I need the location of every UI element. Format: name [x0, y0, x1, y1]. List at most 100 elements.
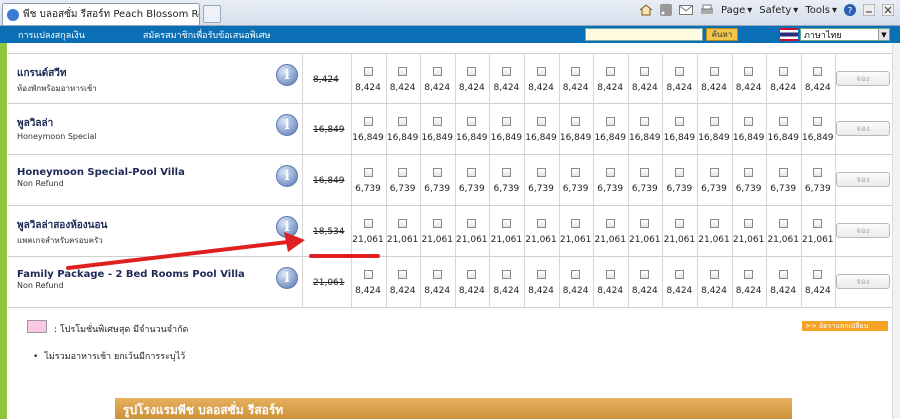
night-checkbox[interactable]	[501, 117, 511, 126]
night-checkbox[interactable]	[363, 117, 373, 126]
night-checkbox[interactable]	[432, 117, 442, 126]
currency-converter-link[interactable]: การแปลงสกุลเงิน	[18, 28, 85, 42]
night-checkbox[interactable]	[674, 117, 684, 126]
new-tab-button[interactable]	[203, 5, 221, 23]
night-checkbox[interactable]	[674, 168, 684, 177]
night-checkbox[interactable]	[605, 219, 615, 228]
night-checkbox[interactable]	[536, 219, 546, 228]
night-checkbox[interactable]	[605, 117, 615, 126]
night-checkbox[interactable]	[571, 270, 581, 279]
night-checkbox[interactable]	[744, 270, 754, 279]
night-checkbox[interactable]	[432, 219, 442, 228]
night-checkbox[interactable]	[432, 270, 442, 279]
tools-menu[interactable]: Tools ▾	[805, 5, 837, 16]
night-checkbox[interactable]	[571, 219, 581, 228]
room-name[interactable]: แกรนด์สวีท	[17, 66, 277, 81]
night-checkbox[interactable]	[363, 168, 373, 177]
night-checkbox[interactable]	[778, 168, 788, 177]
night-checkbox[interactable]	[536, 168, 546, 177]
language-select[interactable]: ภาษาไทย ▼	[800, 28, 890, 41]
night-checkbox[interactable]	[813, 67, 823, 76]
info-icon[interactable]: i	[276, 165, 298, 187]
night-checkbox[interactable]	[605, 270, 615, 279]
night-checkbox[interactable]	[501, 219, 511, 228]
night-checkbox[interactable]	[571, 117, 581, 126]
help-button[interactable]: ?	[844, 4, 856, 16]
night-checkbox[interactable]	[363, 67, 373, 76]
night-checkbox[interactable]	[640, 219, 650, 228]
night-checkbox[interactable]	[571, 168, 581, 177]
night-checkbox[interactable]	[709, 168, 719, 177]
night-checkbox[interactable]	[467, 168, 477, 177]
search-input[interactable]	[585, 28, 703, 41]
book-button[interactable]: จอง	[836, 274, 890, 289]
night-checkbox[interactable]	[398, 67, 408, 76]
night-checkbox[interactable]	[363, 219, 373, 228]
night-checkbox[interactable]	[536, 67, 546, 76]
night-checkbox[interactable]	[398, 117, 408, 126]
room-name[interactable]: พูลวิลล่าสองห้องนอน	[17, 218, 277, 233]
night-checkbox[interactable]	[501, 67, 511, 76]
night-checkbox[interactable]	[501, 168, 511, 177]
room-name[interactable]: Honeymoon Special-Pool Villa	[17, 167, 277, 178]
night-checkbox[interactable]	[709, 219, 719, 228]
feeds-button[interactable]	[660, 4, 673, 16]
night-checkbox[interactable]	[640, 67, 650, 76]
info-icon[interactable]: i	[276, 64, 298, 86]
search-button[interactable]: ค้นหา	[706, 28, 738, 41]
night-checkbox[interactable]	[432, 67, 442, 76]
night-checkbox[interactable]	[744, 67, 754, 76]
book-button[interactable]: จอง	[836, 223, 890, 238]
book-button[interactable]: จอง	[836, 121, 890, 136]
night-checkbox[interactable]	[363, 270, 373, 279]
mail-button[interactable]	[679, 5, 694, 15]
night-checkbox[interactable]	[709, 67, 719, 76]
info-icon[interactable]: i	[276, 216, 298, 238]
safety-menu[interactable]: Safety ▾	[759, 5, 798, 16]
night-checkbox[interactable]	[778, 270, 788, 279]
book-button[interactable]: จอง	[836, 172, 890, 187]
night-checkbox[interactable]	[813, 117, 823, 126]
page-menu[interactable]: Page ▾	[721, 5, 752, 16]
night-checkbox[interactable]	[398, 219, 408, 228]
night-checkbox[interactable]	[467, 67, 477, 76]
print-button[interactable]	[700, 4, 714, 16]
night-checkbox[interactable]	[467, 270, 477, 279]
night-checkbox[interactable]	[813, 219, 823, 228]
night-checkbox[interactable]	[605, 168, 615, 177]
night-checkbox[interactable]	[467, 117, 477, 126]
night-checkbox[interactable]	[813, 270, 823, 279]
minimize-button[interactable]	[863, 4, 875, 16]
night-checkbox[interactable]	[536, 270, 546, 279]
night-checkbox[interactable]	[398, 270, 408, 279]
night-checkbox[interactable]	[744, 219, 754, 228]
night-checkbox[interactable]	[674, 67, 684, 76]
night-checkbox[interactable]	[467, 219, 477, 228]
night-checkbox[interactable]	[744, 117, 754, 126]
night-checkbox[interactable]	[640, 270, 650, 279]
night-checkbox[interactable]	[778, 117, 788, 126]
night-checkbox[interactable]	[536, 117, 546, 126]
member-signup-link[interactable]: สมัครสมาชิกเพื่อรับข้อเสนอพิเศษ	[143, 28, 271, 42]
night-checkbox[interactable]	[432, 168, 442, 177]
home-button[interactable]	[639, 4, 653, 16]
night-checkbox[interactable]	[501, 270, 511, 279]
info-icon[interactable]: i	[276, 114, 298, 136]
night-checkbox[interactable]	[709, 117, 719, 126]
room-name[interactable]: พูลวิลล่า	[17, 116, 277, 131]
night-checkbox[interactable]	[674, 270, 684, 279]
night-checkbox[interactable]	[605, 67, 615, 76]
night-checkbox[interactable]	[778, 67, 788, 76]
night-checkbox[interactable]	[571, 67, 581, 76]
night-checkbox[interactable]	[813, 168, 823, 177]
page-scrollbar[interactable]	[892, 43, 900, 419]
night-checkbox[interactable]	[640, 117, 650, 126]
close-button[interactable]	[882, 4, 894, 16]
room-name[interactable]: Family Package - 2 Bed Rooms Pool Villa	[17, 269, 277, 280]
night-checkbox[interactable]	[640, 168, 650, 177]
book-button[interactable]: จอง	[836, 71, 890, 86]
night-checkbox[interactable]	[674, 219, 684, 228]
night-checkbox[interactable]	[778, 219, 788, 228]
night-checkbox[interactable]	[744, 168, 754, 177]
browser-tab[interactable]: พีช บลอสซั่ม รีสอร์ท Peach Blossom Resor…	[2, 3, 200, 25]
